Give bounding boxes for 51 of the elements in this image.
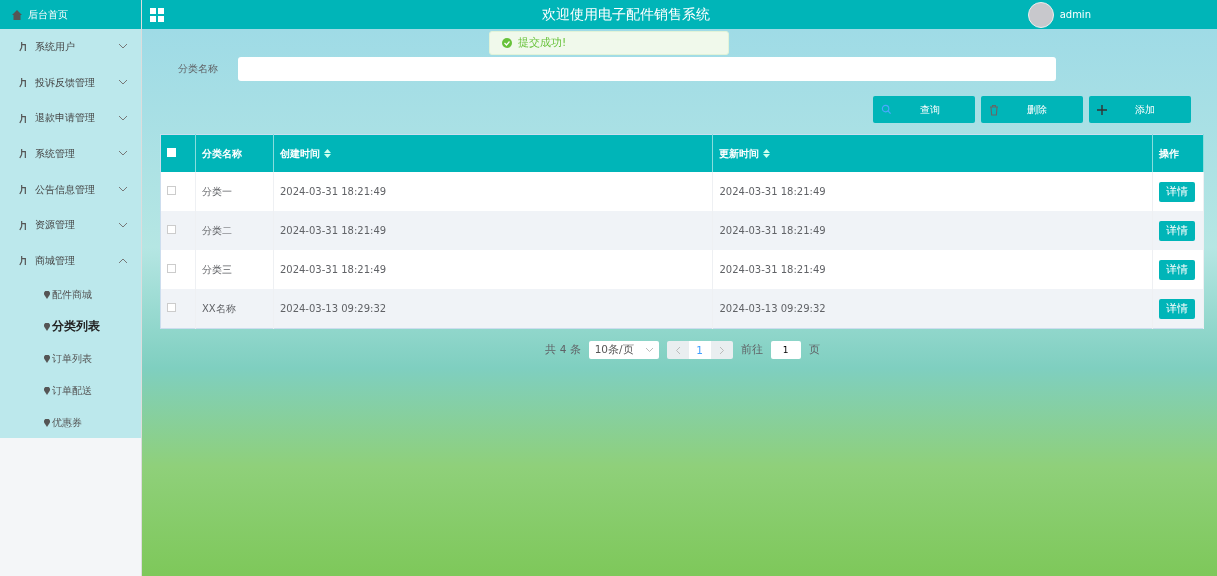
plus-icon [1097,104,1107,115]
category-name-field[interactable] [238,57,1056,81]
pin-icon [44,290,50,299]
field-label: 分类名称 [178,62,218,76]
search-icon [881,104,892,115]
table-cell: 2024-03-31 18:21:49 [273,211,713,250]
row-checkbox[interactable] [167,225,176,234]
table-cell: 分类二 [195,211,274,250]
column-header: 分类名称 [195,134,274,172]
goto-page-field[interactable]: 1 [770,341,801,359]
chevron-right-icon [719,346,724,354]
sidebar-menu-item[interactable]: 系统用户 [0,29,141,65]
sidebar-menu-item[interactable]: 资源管理 [0,207,141,244]
table-cell: 2024-03-13 09:29:32 [273,289,713,329]
table-cell: 2024-03-31 18:21:49 [712,211,1153,250]
table-cell: 2024-03-13 09:29:32 [712,289,1153,329]
grid-icon[interactable] [150,7,164,22]
sidebar-submenu-item[interactable]: 订单配送 [0,374,141,407]
pin-icon [44,418,50,427]
sidebar-menu-item[interactable]: 投诉反馈管理 [0,64,141,101]
avatar[interactable] [1027,1,1054,28]
sort-icon[interactable] [763,149,771,158]
sort-icon[interactable] [323,149,331,158]
sidebar-submenu-item[interactable]: 订单列表 [0,342,141,375]
table-cell: XX名称 [195,289,274,329]
sidebar-menu-item[interactable]: 商城管理 [0,243,141,279]
trash-icon [989,103,999,116]
pin-icon [44,354,50,363]
row-checkbox[interactable] [167,186,176,195]
pin-icon [44,386,50,395]
row-checkbox[interactable] [167,303,176,312]
sidebar-submenu-item[interactable]: 配件商城 [0,278,141,311]
page-suffix: 页 [808,343,820,357]
page-size-select[interactable]: 10条/页 [588,341,659,359]
sidebar-submenu-item[interactable]: 分类列表 [0,310,141,343]
sidebar-submenu-item[interactable]: 优惠券 [0,406,141,439]
sidebar-menu-item[interactable]: 系统管理 [0,136,141,172]
pin-icon [44,322,50,331]
column-header: 操作 [1152,134,1204,172]
sidebar-menu-item[interactable]: 退款申请管理 [0,100,141,137]
row-checkbox[interactable] [167,264,176,273]
success-toast: 提交成功! [489,31,729,55]
chevron-left-icon [675,346,680,354]
goto-label: 前往 [740,343,763,357]
app-title: 欢迎使用电子配件销售系统 [540,5,711,24]
home-icon [12,9,22,20]
select-all-checkbox[interactable] [167,148,176,157]
total-count: 共 4 条 [545,343,581,357]
check-circle-icon [502,38,512,48]
sidebar-menu-item[interactable]: 公告信息管理 [0,171,141,208]
chevron-down-icon [645,348,653,352]
